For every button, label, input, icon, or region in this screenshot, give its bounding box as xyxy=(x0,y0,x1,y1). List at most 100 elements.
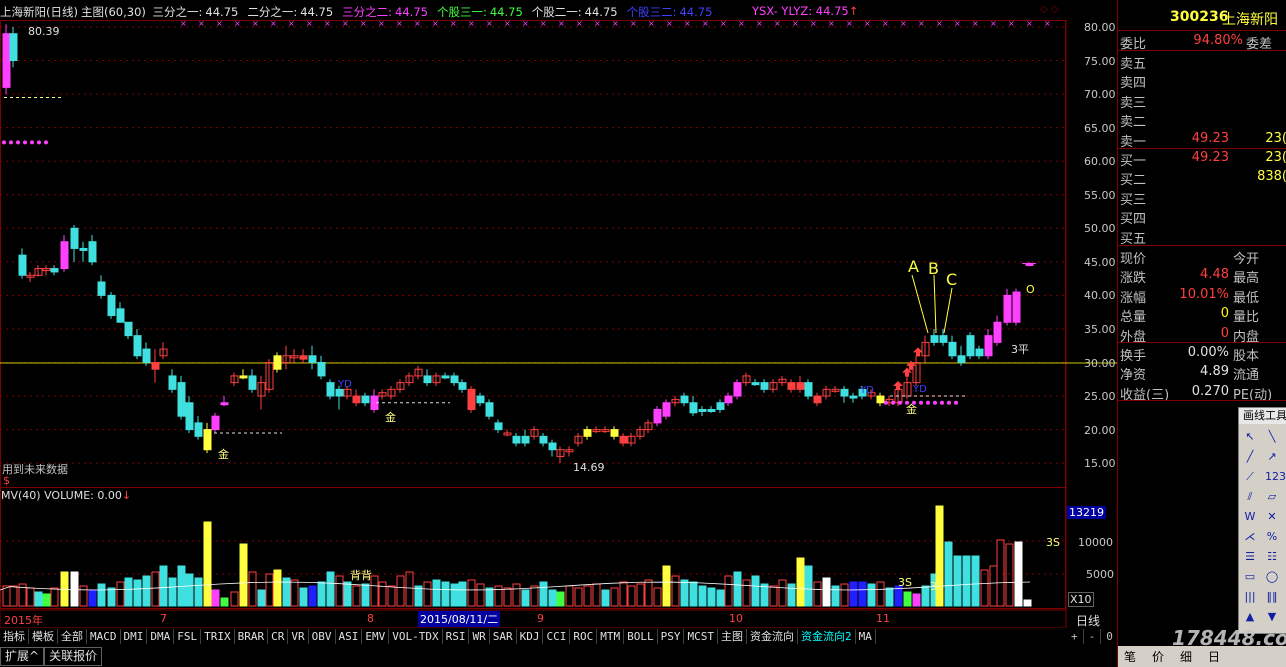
gann-icon[interactable]: ✕ xyxy=(1265,510,1279,524)
candle-body xyxy=(450,375,459,384)
stat2-row-0: 换手 0.00% 股本 xyxy=(1118,345,1286,364)
expand-button[interactable]: 扩展^ xyxy=(0,647,45,666)
zoom-out-button[interactable]: - xyxy=(1084,629,1102,644)
volume-bar xyxy=(26,587,35,607)
tab-25[interactable]: 主图 xyxy=(718,629,747,644)
tab-12[interactable]: ASI xyxy=(336,629,363,644)
buy-arrow-icon xyxy=(893,380,903,390)
volume-bar xyxy=(912,593,921,607)
parallel-line-icon[interactable]: ⫽ xyxy=(1243,490,1257,504)
zoom-in-button[interactable]: + xyxy=(1066,629,1084,644)
candle-body xyxy=(653,408,662,424)
volume-bar xyxy=(343,581,352,607)
tab-0[interactable]: 指标 xyxy=(0,629,29,644)
tab-1[interactable]: 模板 xyxy=(29,629,58,644)
tab-9[interactable]: CR xyxy=(268,629,289,644)
kline-chart-svg[interactable]: × × × × × × × × × × × × × × × × × × × × × × × × × × × × × × × × × × × × × × × ×… xyxy=(0,0,1117,628)
order-label: 买三 xyxy=(1120,192,1147,208)
volume-bar xyxy=(142,575,151,607)
volume-bar xyxy=(742,579,751,607)
low-price-label: 14.69 xyxy=(573,461,605,474)
kline-chart-area[interactable]: × × × × × × × × × × × × × × × × × × × × × × × × × × × × × × × × × × × × × × × ×… xyxy=(0,0,1117,628)
tab-21[interactable]: MTM xyxy=(597,629,625,644)
percent-icon[interactable]: % xyxy=(1265,530,1279,544)
ysx-value: 44.75 xyxy=(815,4,849,18)
wave-line xyxy=(911,274,929,334)
volume-bar xyxy=(610,587,619,607)
tab-11[interactable]: OBV xyxy=(309,629,336,644)
tab-15[interactable]: RSI xyxy=(443,629,470,644)
tab-8[interactable]: BRAR xyxy=(235,629,269,644)
tab-24[interactable]: MCST xyxy=(684,629,718,644)
cursor-icon[interactable]: ↖ xyxy=(1243,430,1257,444)
tab-5[interactable]: DMA xyxy=(147,629,175,644)
volume-bar xyxy=(971,555,980,607)
tab-28[interactable]: MA xyxy=(856,629,876,644)
volume-bar xyxy=(556,591,565,607)
up-mark-icon[interactable]: ▲ xyxy=(1243,610,1257,624)
down-mark-icon[interactable]: ▼ xyxy=(1265,610,1279,624)
related-quotes-button[interactable]: 关联报价 xyxy=(44,647,103,666)
tab-13[interactable]: EMV xyxy=(362,629,390,644)
price-tick: 65.00 xyxy=(1084,121,1116,135)
yd-signal-1: YD xyxy=(338,379,352,390)
tab-18[interactable]: KDJ xyxy=(517,629,544,644)
time-zone-icon[interactable]: ‖‖ xyxy=(1265,590,1279,604)
volume-bar xyxy=(849,581,858,607)
rectangle-icon[interactable]: ▭ xyxy=(1243,570,1257,584)
tab-10[interactable]: VR xyxy=(288,629,309,644)
tab-14[interactable]: VOL-TDX xyxy=(389,629,443,644)
tab-6[interactable]: FSL xyxy=(174,629,202,644)
price-label-icon[interactable]: 123 xyxy=(1265,470,1286,484)
tab-pen[interactable]: 笔 xyxy=(1124,648,1136,665)
tab-4[interactable]: DMI xyxy=(121,629,148,644)
vol-tick-5000: 5000 xyxy=(1086,568,1114,581)
tab-26[interactable]: 资金流向 xyxy=(747,629,798,644)
signal-x-mark: × xyxy=(720,19,727,28)
fibonacci-icon[interactable]: ☰ xyxy=(1243,550,1257,564)
signal-x-mark: × xyxy=(540,19,547,28)
indicator-readout-3: 个股三一: 44.75 xyxy=(437,5,529,19)
candle-body xyxy=(116,308,125,323)
tab-27[interactable]: 资金流向2 xyxy=(798,629,856,644)
tab-19[interactable]: CCI xyxy=(543,629,571,644)
volume-3s-label-2: 3S xyxy=(930,580,944,593)
volume-bar xyxy=(716,589,725,607)
circle-icon[interactable]: ◯ xyxy=(1265,570,1279,584)
channel-icon[interactable]: ▱ xyxy=(1265,490,1279,504)
signal-x-mark: × xyxy=(522,19,529,28)
wave-icon[interactable]: W xyxy=(1243,510,1257,524)
tab-20[interactable]: ROC xyxy=(570,629,598,644)
tab-22[interactable]: BOLL xyxy=(624,629,658,644)
tab-17[interactable]: SAR xyxy=(490,629,517,644)
tab-day[interactable]: 日 xyxy=(1208,648,1220,665)
signal-dot xyxy=(940,400,944,405)
straight-line-icon[interactable]: ╱ xyxy=(1243,450,1257,464)
drawing-tool-panel[interactable]: 画线工具 ↖ ╲ ╱ ↗ ⟋ 123 ⫽ ▱ W ✕ ⋌ % ☰ ☷ ▭ ◯ |… xyxy=(1238,407,1286,634)
period-line-icon[interactable]: ||| xyxy=(1243,590,1257,604)
tab-23[interactable]: PSY xyxy=(658,629,685,644)
ray-icon[interactable]: ↗ xyxy=(1265,450,1279,464)
volume-bar xyxy=(378,581,387,607)
order-label: 卖二 xyxy=(1120,115,1147,131)
period-selector[interactable]: 日线 xyxy=(1076,612,1100,629)
tab-7[interactable]: TRIX xyxy=(201,629,235,644)
line-segment-icon[interactable]: ╲ xyxy=(1265,430,1279,444)
main-indicator-label: 主图(60,30) xyxy=(80,5,146,19)
candle-body xyxy=(335,388,344,397)
volume-bar xyxy=(689,581,698,607)
candle-body xyxy=(185,402,194,431)
candle-body xyxy=(299,355,308,360)
golden-ratio-icon[interactable]: ☷ xyxy=(1265,550,1279,564)
tab-16[interactable]: WR xyxy=(469,629,490,644)
tab-price[interactable]: 价 xyxy=(1152,648,1164,665)
sell-row-1: 卖四 xyxy=(1118,72,1286,91)
candle-body xyxy=(760,382,769,390)
tab-3[interactable]: MACD xyxy=(87,629,121,644)
tab-2[interactable]: 全部 xyxy=(58,629,87,644)
pitchfork-icon[interactable]: ⋌ xyxy=(1243,530,1257,544)
arrow-line-icon[interactable]: ⟋ xyxy=(1243,470,1257,484)
panel-controls[interactable]: ◇ ◇ xyxy=(1040,4,1059,15)
tab-detail[interactable]: 细 xyxy=(1180,648,1192,665)
candle-body xyxy=(458,382,467,390)
